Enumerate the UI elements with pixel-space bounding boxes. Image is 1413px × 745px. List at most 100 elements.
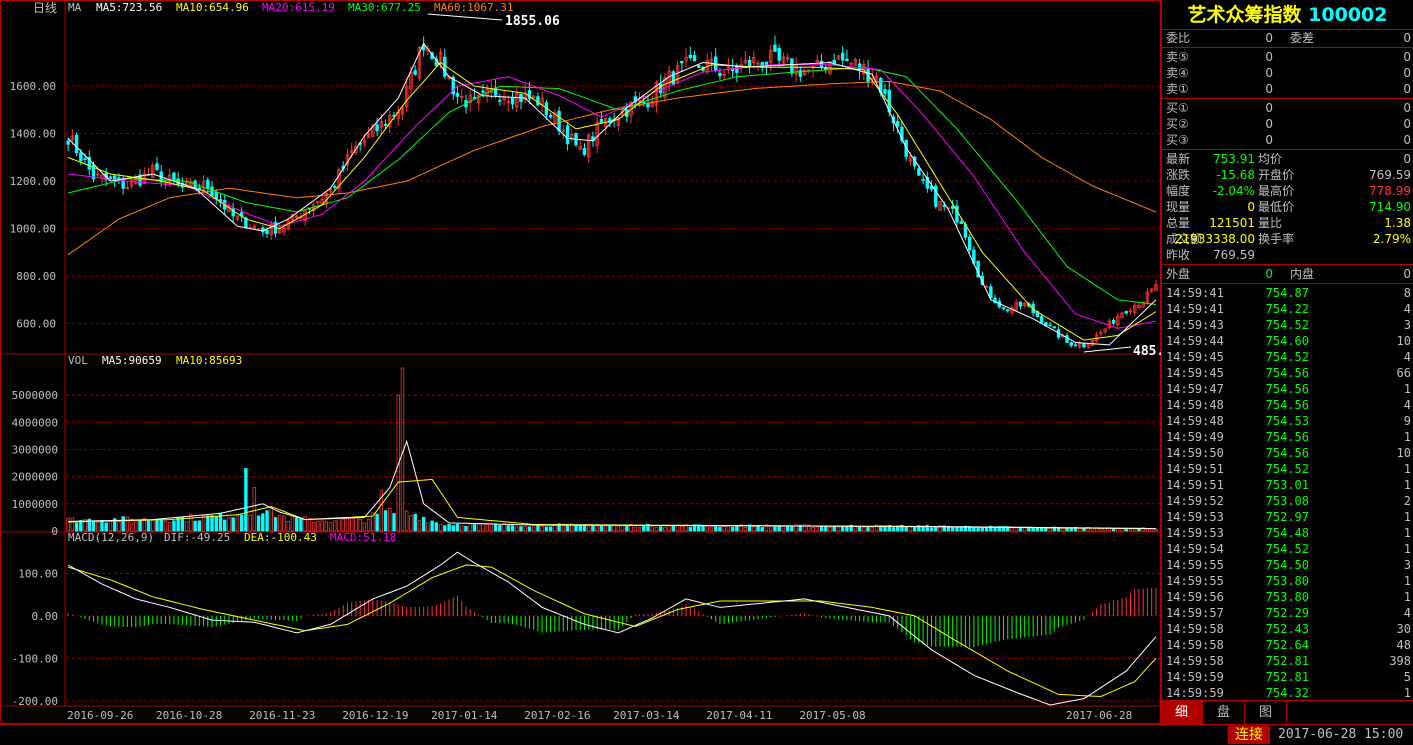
volume-bar (159, 519, 163, 532)
waipan-value: 0 (1265, 267, 1273, 281)
tick-row: 14:59:49 754.56 1 (1162, 429, 1413, 445)
volume-bar (599, 525, 604, 532)
volume-bar (819, 525, 824, 532)
tab-2[interactable]: 图 (1245, 701, 1287, 724)
volume-bar (1082, 527, 1086, 532)
volume-bar (163, 520, 168, 532)
candle-body (510, 97, 515, 105)
volume-tick-label: 1000000 (12, 498, 58, 511)
volume-bar (836, 526, 841, 532)
x-date-label: 2017-02-16 (524, 709, 590, 722)
volume-bar (582, 524, 587, 532)
volume-bar (358, 518, 362, 532)
candle-body (1018, 301, 1023, 307)
volume-bar (472, 524, 477, 532)
volume-bar (595, 525, 599, 532)
tick-time: 14:59:44 (1166, 334, 1224, 348)
candle-body (66, 140, 70, 145)
volume-bar (108, 520, 113, 532)
macd-tick-label: 100.00 (18, 567, 58, 580)
tick-row: 14:59:41 754.87 8 (1162, 285, 1413, 301)
index-name: 艺术众筹指数 (1187, 4, 1302, 26)
buy-level-label: 买③ (1166, 133, 1189, 147)
tick-price: 752.43 (1265, 622, 1309, 636)
chart-area[interactable]: 1600.00 1400.00 1200.00 1000.00 800.00 600.00… (0, 0, 1161, 724)
volume-bar (870, 527, 875, 532)
period-label: 日线 (33, 1, 57, 15)
volume-bar (612, 524, 616, 532)
candle-body (1048, 324, 1052, 327)
candle-body (557, 110, 561, 132)
tick-row: 14:59:58 752.64 48 (1162, 637, 1413, 653)
x-date-label: 2016-09-26 (67, 709, 133, 722)
volume-bar (460, 525, 464, 532)
volume-bar (587, 526, 591, 532)
volume-bar (197, 520, 202, 532)
macd-histogram (67, 587, 1157, 648)
volume-bar (235, 514, 240, 532)
volume-bar (857, 526, 862, 532)
candle-body (375, 124, 379, 132)
volume-bar (252, 487, 257, 532)
volume-bar (100, 520, 104, 532)
tick-list[interactable]: 14:59:41 754.87 8 14:59:41 754.22 4 14:59:43 75… (1162, 285, 1413, 701)
volume-bar (451, 525, 455, 532)
tick-volume: 8 (1403, 286, 1411, 300)
tick-time: 14:59:49 (1166, 430, 1224, 444)
volume-bar (282, 515, 286, 532)
volume-bar (294, 517, 299, 532)
neipan-value: 0 (1403, 267, 1411, 281)
volume-bar (1014, 527, 1018, 532)
volume-bar (269, 506, 273, 532)
weibi-label: 委比 (1166, 31, 1191, 45)
candle-body (1039, 316, 1044, 324)
ma30-line (67, 66, 1156, 305)
volume-bar (1077, 528, 1082, 532)
candle-body (1065, 335, 1069, 343)
price-tick-label: 1000.00 (10, 223, 56, 236)
volume-bar (383, 510, 388, 532)
volume-bar (523, 526, 527, 532)
buy-quotes: 买① 0 0 买② 0 0 买③ 0 0 (1162, 100, 1413, 148)
volume-bar (540, 525, 544, 532)
candle-body (967, 236, 972, 251)
tick-time: 14:59:52 (1166, 494, 1224, 508)
tick-volume: 1 (1403, 478, 1411, 492)
candle-body (1006, 309, 1010, 312)
tick-price: 752.64 (1265, 638, 1309, 652)
sell-volume: 0 (1403, 82, 1411, 96)
low-annotation: 485.9962 (1133, 344, 1161, 359)
stat-label: 总量 (1166, 216, 1191, 230)
candle-body (764, 61, 769, 65)
tick-row: 14:59:55 754.50 3 (1162, 557, 1413, 573)
weibi-value: 0 (1265, 31, 1273, 45)
volume-bar (1048, 528, 1052, 532)
waipan-label: 外盘 (1166, 267, 1191, 281)
tab-1[interactable]: 盘 (1203, 701, 1245, 724)
sell-volume: 0 (1403, 66, 1411, 80)
tick-price: 753.80 (1265, 574, 1309, 588)
volume-bar (603, 525, 608, 532)
tab-0[interactable]: 细 (1161, 701, 1203, 724)
volume-bar (951, 527, 955, 532)
volume-bar (667, 525, 671, 532)
volume-bar (138, 519, 142, 532)
ma20-legend: MA20:615.19 (262, 1, 335, 14)
volume-bar (777, 525, 781, 532)
low-annotation-leader (1083, 346, 1132, 353)
volume-bar (785, 525, 790, 532)
connection-status[interactable]: 连接 (1228, 726, 1270, 744)
candle-body (117, 177, 121, 180)
volume-bar (824, 525, 828, 532)
volume-bar (244, 468, 248, 532)
candle-body (895, 120, 900, 127)
volume-bar (709, 526, 714, 532)
ma30-legend: MA30:677.25 (348, 1, 421, 14)
volume-bar (134, 521, 138, 532)
tick-row: 14:59:52 753.08 2 (1162, 493, 1413, 509)
volume-bar (455, 523, 460, 532)
volume-bar (91, 521, 96, 532)
buy-row: 买③ 0 0 (1162, 132, 1413, 148)
macd-tick-label: -100.00 (12, 652, 58, 665)
tick-row: 14:59:57 752.29 4 (1162, 605, 1413, 621)
